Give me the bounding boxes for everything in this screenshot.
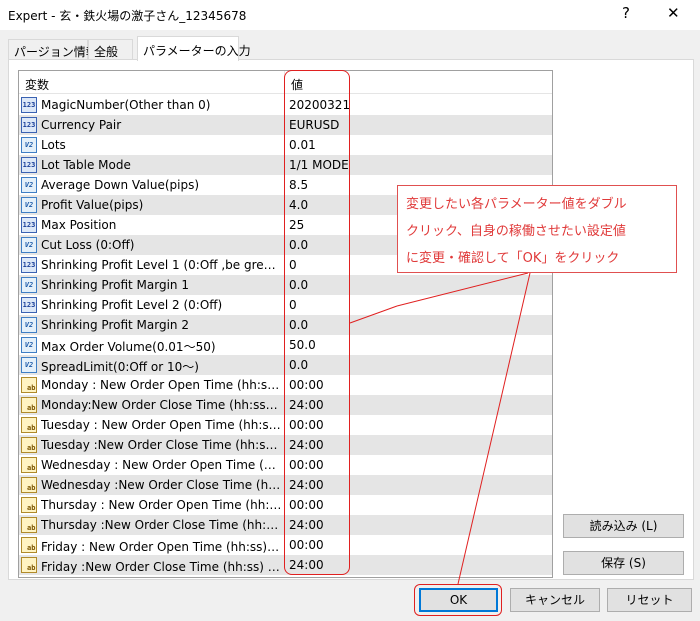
string-type-icon: ab bbox=[21, 417, 37, 433]
parameter-name: Cut Loss (0:Off) bbox=[41, 238, 135, 252]
load-button[interactable]: 読み込み (L) bbox=[563, 514, 684, 538]
integer-type-icon: 123 bbox=[21, 157, 37, 173]
cancel-button[interactable]: キャンセル bbox=[510, 588, 600, 612]
callout-line-2: クリック、自身の稼働させたい設定値 bbox=[406, 224, 626, 239]
double-type-icon: V2 bbox=[21, 197, 37, 213]
double-type-icon: V2 bbox=[21, 277, 37, 293]
parameter-name: Monday : New Order Open Time (hh:ss) 00:… bbox=[41, 378, 282, 392]
parameter-name: Currency Pair bbox=[41, 118, 122, 132]
parameter-name: Lot Table Mode bbox=[41, 158, 131, 172]
callout-line-3: に変更・確認して「OK」をクリック bbox=[406, 251, 620, 266]
double-type-icon: V2 bbox=[21, 137, 37, 153]
tab-version-info[interactable]: パージョン情報 bbox=[8, 39, 98, 60]
string-type-icon: ab bbox=[21, 397, 37, 413]
integer-type-icon: 123 bbox=[21, 257, 37, 273]
double-type-icon: V2 bbox=[21, 317, 37, 333]
parameter-name: Monday:New Order Close Time (hh:ss) 00:0… bbox=[41, 398, 282, 412]
save-button[interactable]: 保存 (S) bbox=[563, 551, 684, 575]
double-type-icon: V2 bbox=[21, 337, 37, 353]
parameter-name: Thursday :New Order Close Time (hh:ss) 0… bbox=[41, 518, 282, 532]
parameter-name: Thursday : New Order Open Time (hh:ss) 0… bbox=[41, 498, 282, 512]
tab-parameters[interactable]: パラメーターの入力 bbox=[137, 36, 251, 61]
instruction-callout: 変更したい各パラメーター値をダブル クリック、自身の稼働させたい設定値 に変更・… bbox=[397, 185, 677, 273]
parameter-name: MagicNumber(Other than 0) bbox=[41, 98, 211, 112]
parameter-name: SpreadLimit(0:Off or 10〜) bbox=[41, 360, 199, 374]
string-type-icon: ab bbox=[21, 537, 37, 553]
double-type-icon: V2 bbox=[21, 177, 37, 193]
integer-type-icon: 123 bbox=[21, 297, 37, 313]
reset-button[interactable]: リセット bbox=[607, 588, 692, 612]
parameter-name: Max Position bbox=[41, 218, 117, 232]
string-type-icon: ab bbox=[21, 457, 37, 473]
column-header-variable[interactable]: 変数 bbox=[25, 76, 49, 93]
tab-general[interactable]: 全般 bbox=[88, 39, 133, 60]
parameter-name: Friday : New Order Open Time (hh:ss) 00:… bbox=[41, 540, 282, 554]
parameter-name: Average Down Value(pips) bbox=[41, 178, 200, 192]
double-type-icon: V2 bbox=[21, 357, 37, 373]
close-icon[interactable]: ✕ bbox=[667, 4, 680, 22]
value-column-highlight bbox=[284, 70, 350, 575]
string-type-icon: ab bbox=[21, 497, 37, 513]
string-type-icon: ab bbox=[21, 437, 37, 453]
string-type-icon: ab bbox=[21, 557, 37, 573]
parameter-name: Lots bbox=[41, 138, 66, 152]
title-bar: Expert - 玄・鉄火場の激子さん_12345678 ? ✕ bbox=[0, 0, 700, 30]
parameter-name: Max Order Volume(0.01〜50) bbox=[41, 340, 216, 354]
parameter-name: Tuesday : New Order Open Time (hh:ss) 00… bbox=[41, 418, 282, 432]
string-type-icon: ab bbox=[21, 517, 37, 533]
parameter-name: Shrinking Profit Margin 2 bbox=[41, 318, 189, 332]
string-type-icon: ab bbox=[21, 377, 37, 393]
integer-type-icon: 123 bbox=[21, 217, 37, 233]
window-title: Expert - 玄・鉄火場の激子さん_12345678 bbox=[8, 9, 247, 23]
integer-type-icon: 123 bbox=[21, 117, 37, 133]
parameter-name: Shrinking Profit Margin 1 bbox=[41, 278, 189, 292]
parameter-name: Shrinking Profit Level 2 (0:Off) bbox=[41, 298, 223, 312]
parameter-name: Wednesday : New Order Open Time (hh:ss) … bbox=[41, 458, 282, 472]
parameter-name: Profit Value(pips) bbox=[41, 198, 144, 212]
help-icon[interactable]: ? bbox=[622, 4, 630, 22]
integer-type-icon: 123 bbox=[21, 97, 37, 113]
parameter-name: Friday :New Order Close Time (hh:ss) 00:… bbox=[41, 560, 282, 574]
string-type-icon: ab bbox=[21, 477, 37, 493]
parameter-name: Tuesday :New Order Close Time (hh:ss) 00… bbox=[41, 438, 282, 452]
parameter-name: Wednesday :New Order Close Time (hh:ss) … bbox=[41, 478, 282, 492]
callout-line-1: 変更したい各パラメーター値をダブル bbox=[406, 197, 627, 212]
parameter-name: Shrinking Profit Level 1 (0:Off ,be grea… bbox=[41, 258, 282, 272]
double-type-icon: V2 bbox=[21, 237, 37, 253]
ok-button-highlight bbox=[414, 584, 502, 616]
